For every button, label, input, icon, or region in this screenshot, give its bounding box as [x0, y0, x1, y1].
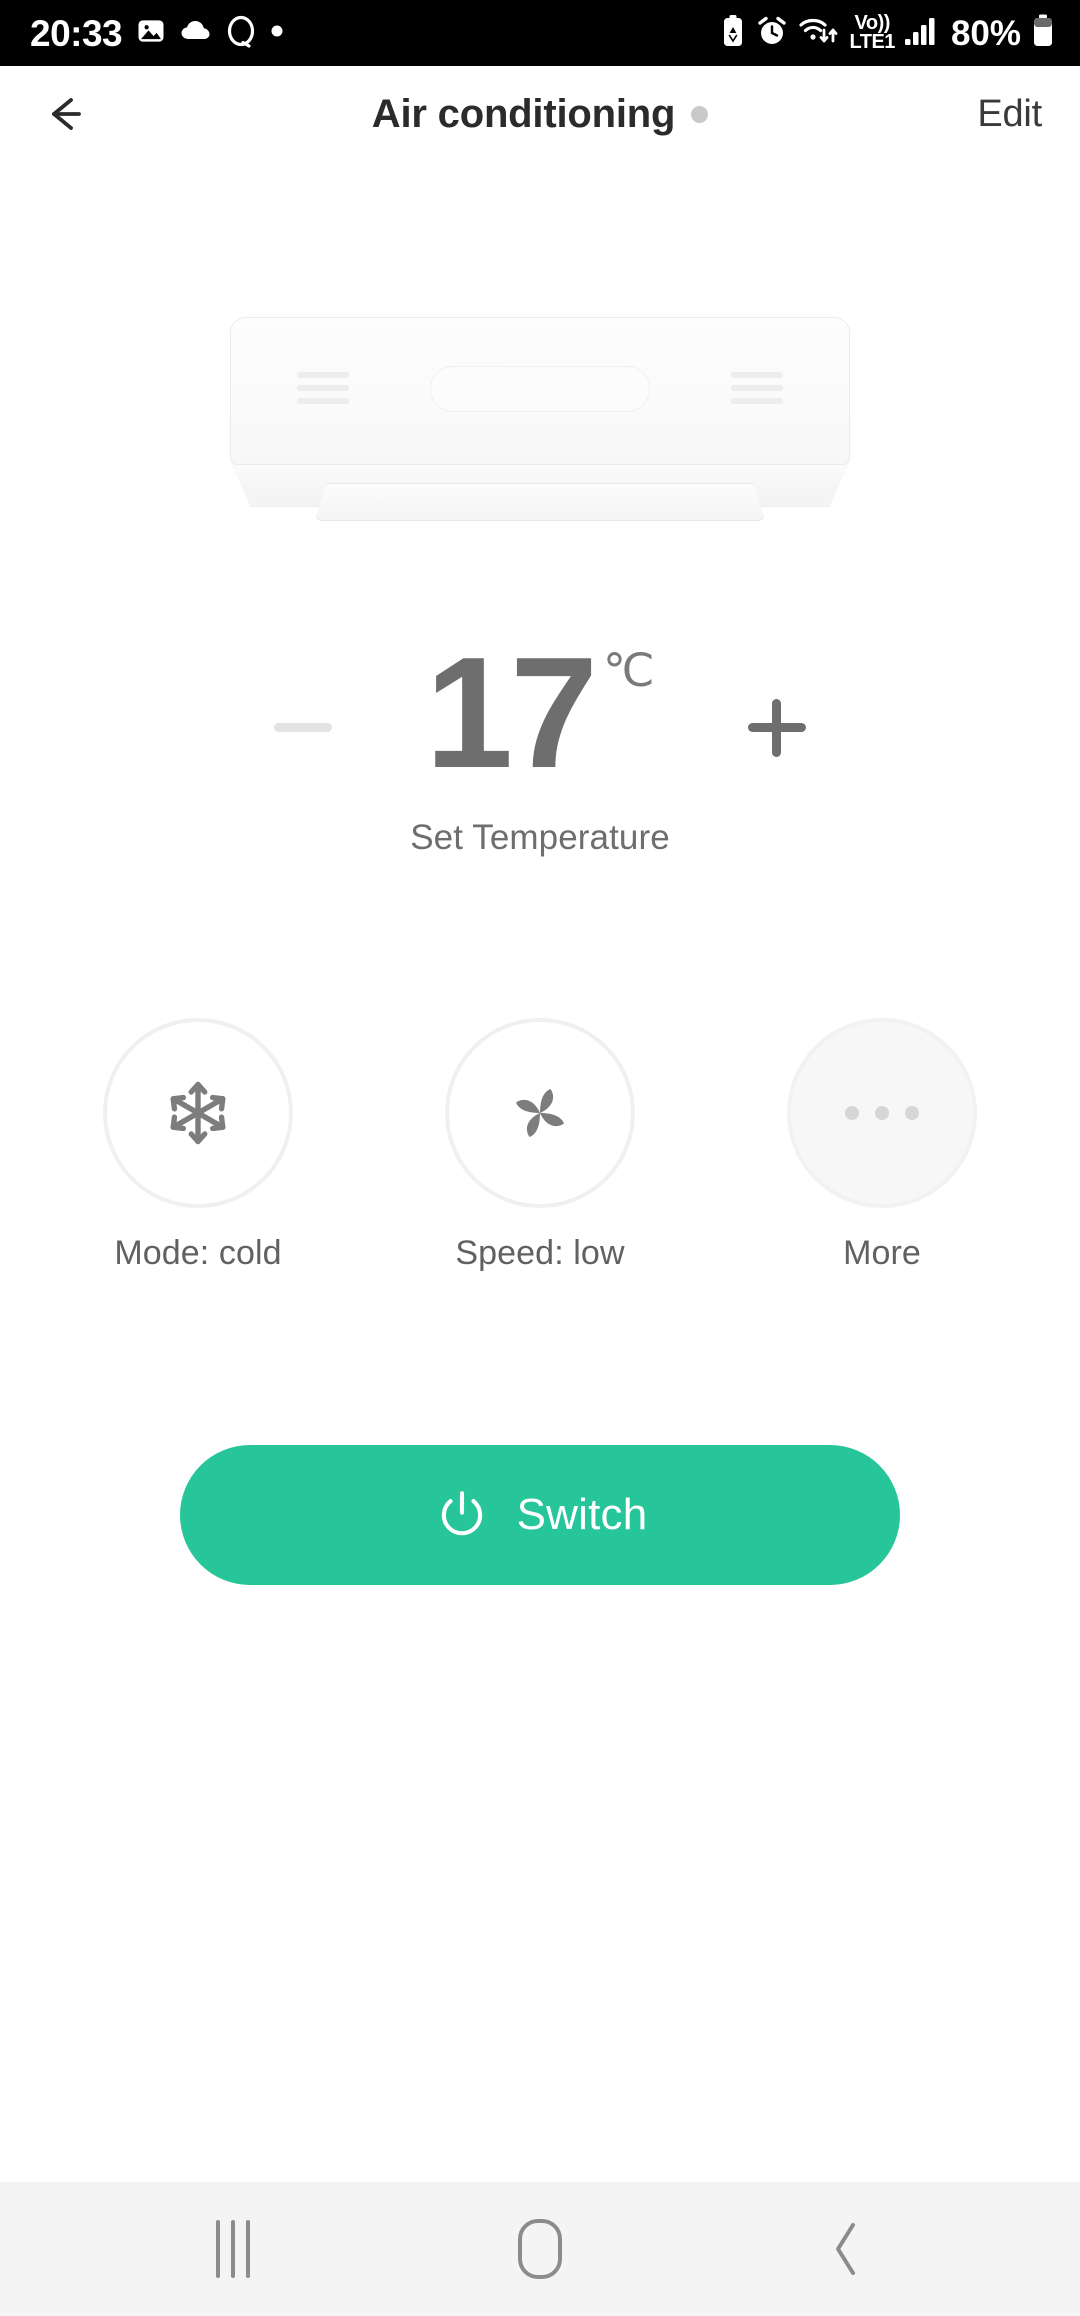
ac-vent-lines-left — [297, 372, 349, 404]
switch-button-area: Switch — [0, 1445, 1080, 1586]
status-bar: 20:33 Vo)) LTE1 80% — [0, 0, 1080, 66]
home-icon — [517, 2219, 562, 2279]
mode-control-label: Mode: cold — [114, 1234, 282, 1273]
device-detail-screen: 20:33 Vo)) LTE1 80% Air conditioning Edi… — [0, 0, 1080, 2316]
switch-button-label: Switch — [516, 1490, 648, 1540]
system-navigation-bar — [0, 2182, 1080, 2316]
ellipsis-icon — [845, 1106, 919, 1121]
volte-line-2: LTE1 — [849, 31, 896, 53]
temperature-unit: ℃ — [603, 644, 655, 696]
cloud-icon — [180, 18, 212, 49]
air-conditioner-illustration — [230, 317, 850, 521]
temperature-increase-button[interactable] — [717, 668, 837, 788]
bixby-circle-icon — [226, 14, 256, 53]
home-button[interactable] — [465, 2194, 615, 2304]
header-back-button[interactable] — [30, 78, 102, 150]
more-control-label: More — [843, 1234, 921, 1273]
speed-control-circle[interactable] — [445, 1018, 635, 1209]
header-title-group: Air conditioning — [0, 92, 1080, 137]
edit-button[interactable]: Edit — [977, 93, 1042, 136]
temperature-decrease-button[interactable] — [243, 668, 363, 788]
recents-icon — [216, 2220, 251, 2278]
battery-saver-icon — [721, 14, 745, 53]
dot-icon — [270, 24, 284, 43]
device-status-dot — [691, 105, 709, 123]
temperature-caption: Set Temperature — [410, 818, 670, 858]
battery-icon — [1032, 14, 1054, 53]
fan-pinwheel-icon — [516, 1089, 564, 1138]
power-switch-button[interactable]: Switch — [180, 1445, 900, 1586]
back-chevron-icon — [835, 2223, 855, 2275]
ac-unit-body — [230, 317, 850, 465]
more-control[interactable]: More — [784, 1018, 980, 1273]
controls-row: Mode: cold Speed: low More — [0, 1018, 1080, 1273]
back-button[interactable] — [772, 2194, 922, 2304]
volte-label: Vo)) LTE1 — [849, 13, 896, 53]
wifi-transfer-icon — [798, 14, 841, 53]
alarm-clock-icon — [756, 15, 788, 52]
more-control-circle[interactable] — [787, 1018, 977, 1209]
status-clock: 20:33 — [30, 12, 123, 54]
ac-louver-flap — [315, 483, 765, 521]
minus-icon — [274, 723, 333, 733]
gallery-image-icon — [136, 16, 166, 51]
temperature-stepper-row: 17 ℃ — [0, 634, 1080, 800]
temperature-readout: 17 ℃ — [425, 625, 655, 801]
main-content: 17 ℃ Set Temperature Mode: cold Speed: l… — [0, 162, 1080, 2182]
status-bar-left: 20:33 — [30, 14, 284, 53]
ac-display-panel — [430, 366, 650, 412]
app-header: Air conditioning Edit — [0, 66, 1080, 162]
page-title: Air conditioning — [371, 91, 676, 136]
mode-control[interactable]: Mode: cold — [100, 1018, 296, 1273]
back-arrow-icon — [52, 98, 81, 130]
recents-button[interactable] — [158, 2194, 308, 2304]
battery-percent-label: 80% — [950, 13, 1021, 53]
temperature-value: 17 — [425, 625, 598, 801]
plus-icon — [747, 698, 806, 757]
status-bar-right: Vo)) LTE1 80% — [721, 13, 1054, 53]
snowflake-icon — [170, 1082, 226, 1145]
signal-bars-icon — [904, 16, 938, 51]
power-icon — [441, 1491, 482, 1536]
mode-control-circle[interactable] — [103, 1018, 293, 1209]
speed-control-label: Speed: low — [455, 1234, 625, 1273]
speed-control[interactable]: Speed: low — [442, 1018, 638, 1273]
ac-vent-lines-right — [731, 372, 783, 404]
